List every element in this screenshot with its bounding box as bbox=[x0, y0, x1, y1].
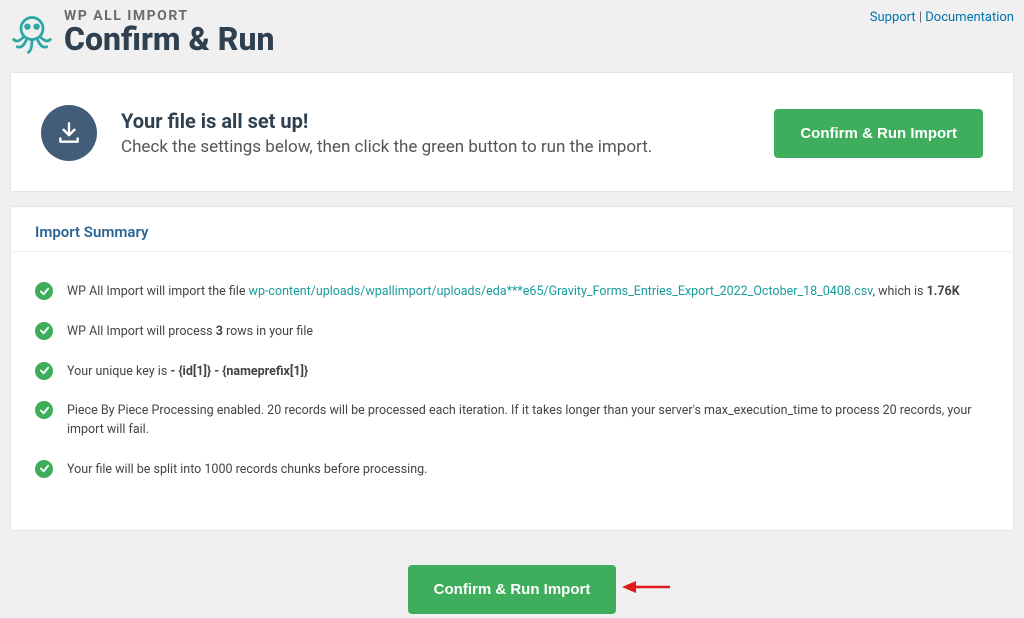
link-separator: | bbox=[916, 10, 926, 25]
page-title: Confirm & Run bbox=[64, 20, 274, 58]
confirm-run-button-bottom[interactable]: Confirm & Run Import bbox=[408, 565, 617, 614]
summary-file-mid: , which is bbox=[873, 284, 927, 299]
support-link[interactable]: Support bbox=[870, 10, 916, 25]
setup-panel: Your file is all set up! Check the setti… bbox=[10, 72, 1014, 192]
confirm-run-button-top[interactable]: Confirm & Run Import bbox=[774, 109, 983, 158]
top-links: Support | Documentation bbox=[870, 8, 1014, 25]
check-icon bbox=[35, 362, 53, 380]
summary-file-size: 1.76K bbox=[927, 284, 960, 299]
summary-unique-prefix: Your unique key is bbox=[67, 364, 170, 379]
check-icon bbox=[35, 322, 53, 340]
summary-item-chunks: Your file will be split into 1000 record… bbox=[35, 460, 989, 480]
setup-subheading: Check the settings below, then click the… bbox=[121, 137, 652, 157]
summary-rows-prefix: WP All Import will process bbox=[67, 324, 216, 339]
summary-file-prefix: WP All Import will import the file bbox=[67, 284, 249, 299]
check-icon bbox=[35, 282, 53, 300]
bottom-run-row: Confirm & Run Import bbox=[10, 565, 1014, 614]
summary-rows-count: 3 bbox=[216, 324, 223, 339]
check-icon bbox=[35, 401, 53, 419]
summary-unique-key: - {id[1]} - {nameprefix[1]} bbox=[170, 364, 308, 379]
arrow-annotation-icon bbox=[622, 577, 670, 601]
summary-file-path[interactable]: wp-content/uploads/wpallimport/uploads/e… bbox=[249, 284, 873, 299]
summary-piece-text: Piece By Piece Processing enabled. 20 re… bbox=[67, 401, 989, 440]
summary-chunks-text: Your file will be split into 1000 record… bbox=[67, 460, 427, 480]
summary-item-rows: WP All Import will process 3 rows in you… bbox=[35, 322, 989, 342]
summary-panel: Import Summary WP All Import will import… bbox=[10, 206, 1014, 531]
summary-rows-suffix: rows in your file bbox=[223, 324, 313, 339]
summary-item-file: WP All Import will import the file wp-co… bbox=[35, 282, 989, 302]
summary-item-piece: Piece By Piece Processing enabled. 20 re… bbox=[35, 401, 989, 440]
summary-title: Import Summary bbox=[11, 207, 1013, 252]
octopus-logo-icon bbox=[10, 12, 54, 56]
brand: WP ALL IMPORT Confirm & Run bbox=[10, 8, 274, 58]
documentation-link[interactable]: Documentation bbox=[925, 10, 1014, 25]
check-icon bbox=[35, 460, 53, 478]
setup-heading: Your file is all set up! bbox=[121, 109, 652, 133]
download-circle-icon bbox=[41, 105, 97, 161]
summary-item-unique: Your unique key is - {id[1]} - {namepref… bbox=[35, 362, 989, 382]
